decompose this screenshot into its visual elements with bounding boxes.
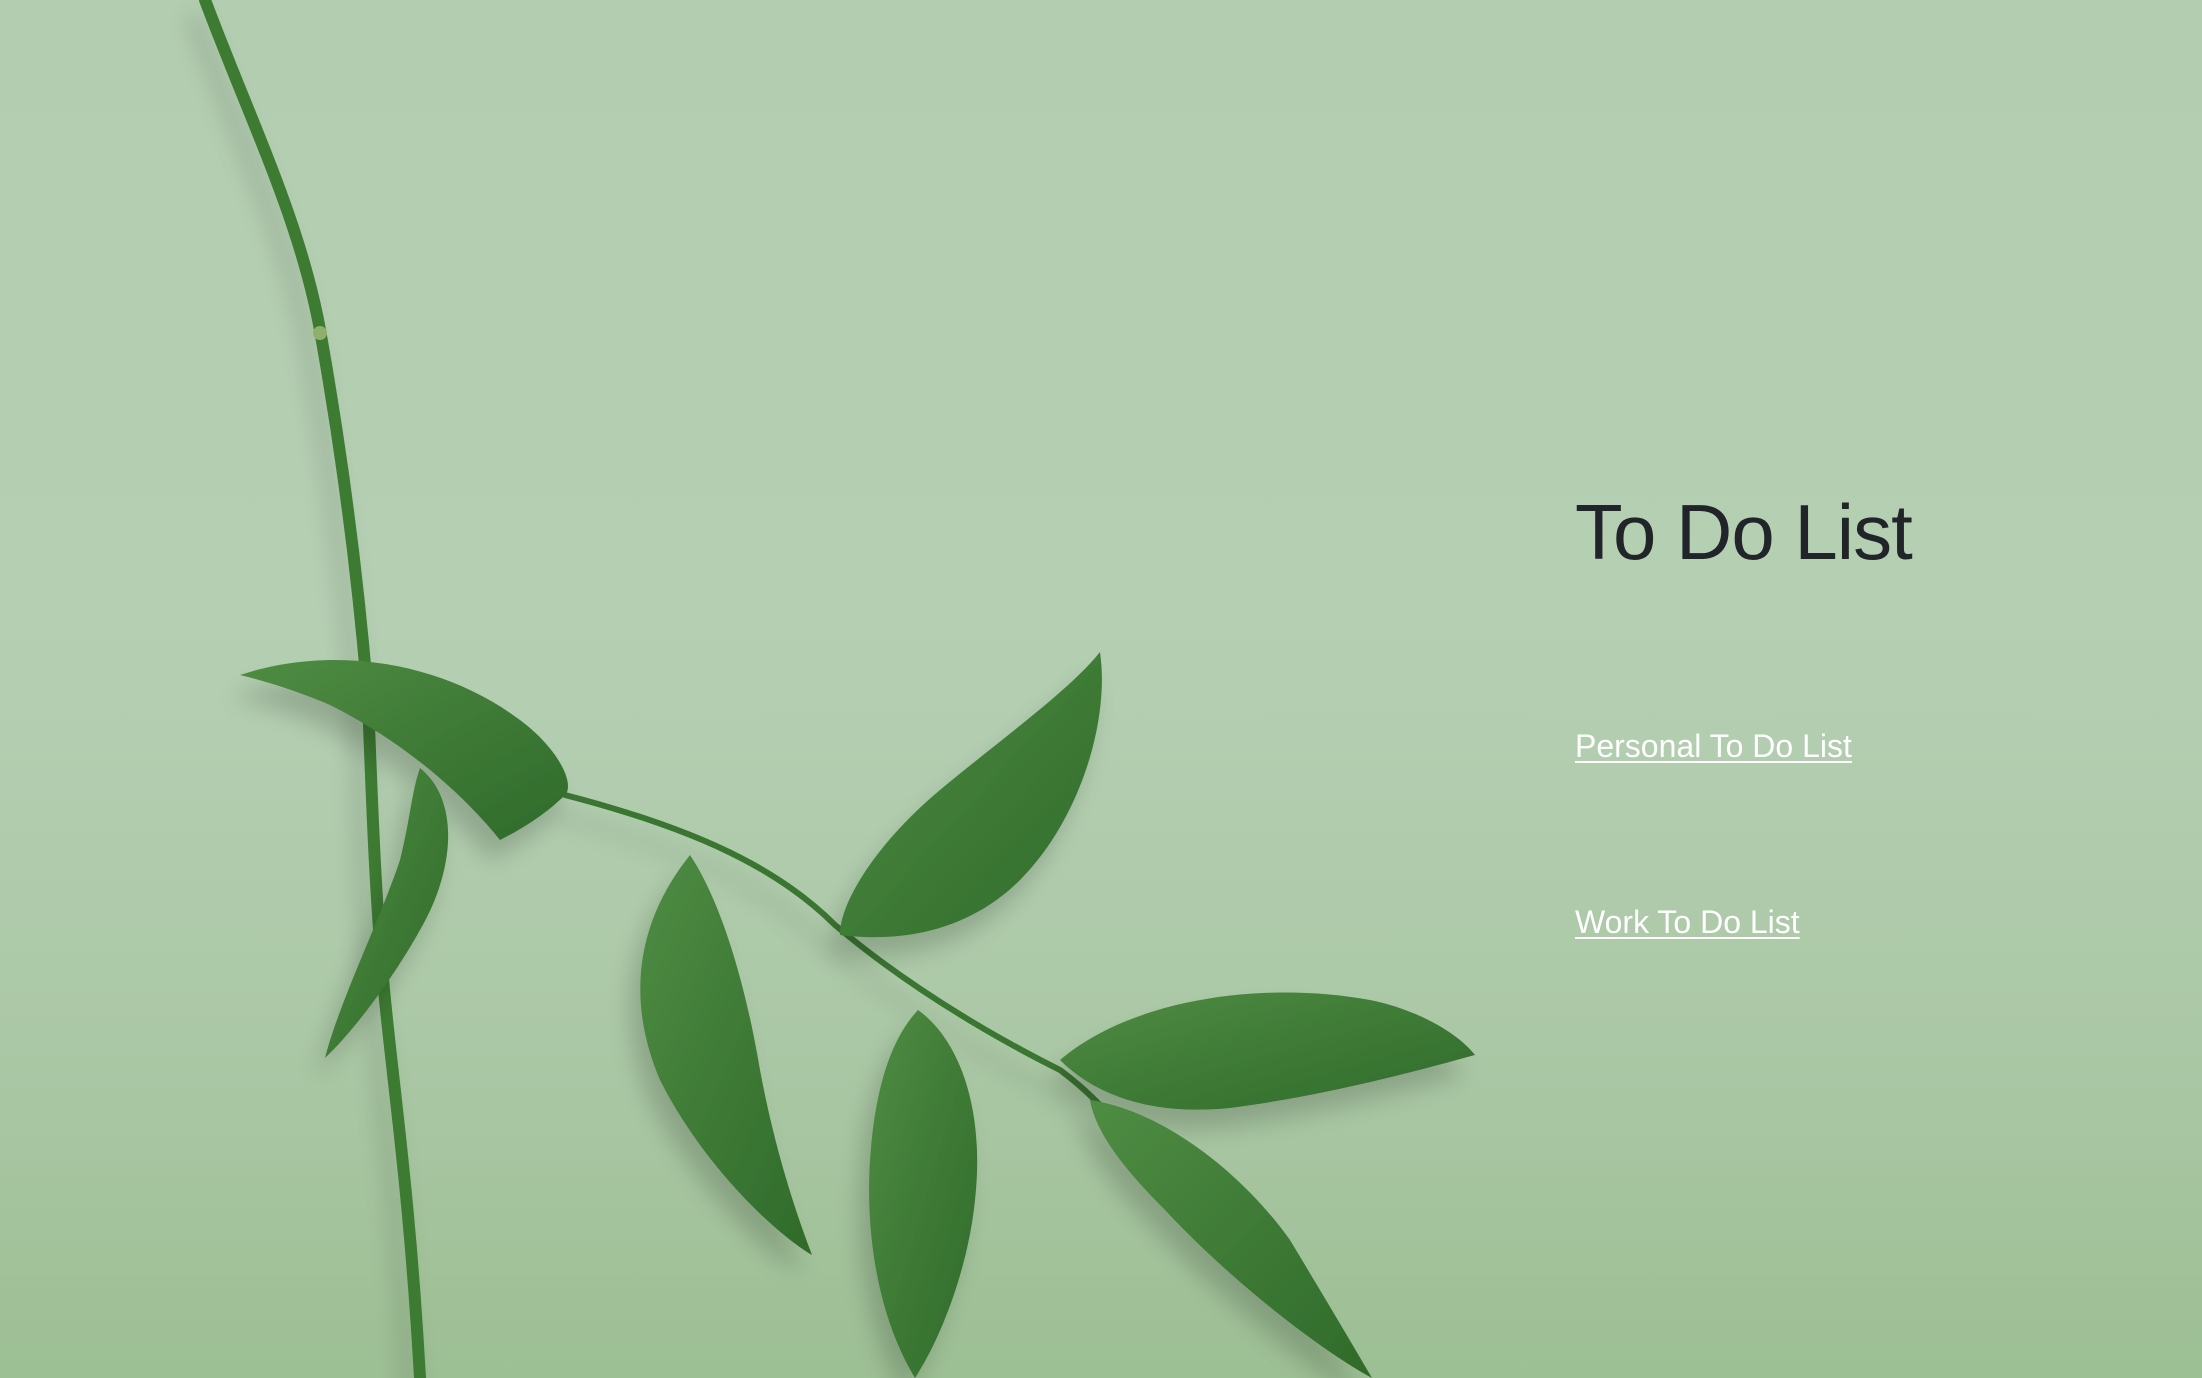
work-todo-link[interactable]: Work To Do List xyxy=(1575,904,1800,940)
leaf xyxy=(869,1010,978,1378)
list-item: Work To Do List xyxy=(1575,904,1800,941)
plant-illustration xyxy=(199,0,1475,1378)
page-title: To Do List xyxy=(1575,488,1913,576)
leaf xyxy=(640,855,812,1255)
main-content: To Do List Personal To Do List Work To D… xyxy=(1575,488,2135,940)
leaf xyxy=(840,652,1102,938)
personal-todo-link[interactable]: Personal To Do List xyxy=(1575,728,1852,764)
leaf xyxy=(1090,1100,1372,1378)
leaf xyxy=(240,660,568,840)
background-image xyxy=(0,0,2202,1378)
leaf xyxy=(1060,992,1475,1110)
list-item: Personal To Do List xyxy=(1575,728,1852,765)
